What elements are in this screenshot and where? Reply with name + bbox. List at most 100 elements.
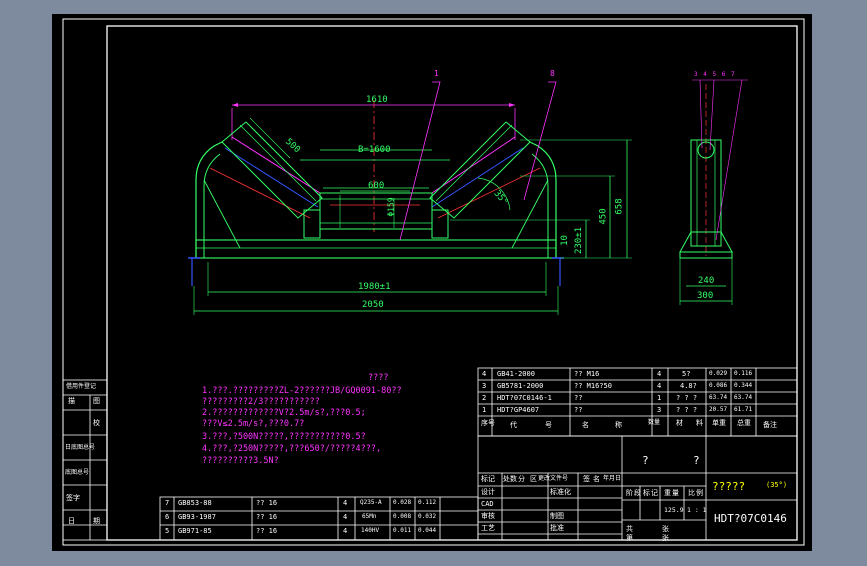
bom-total-weight: 63.74 <box>734 394 753 401</box>
bom-qty: 4 <box>657 382 662 390</box>
dim-1980: 1980±1 <box>358 282 391 292</box>
tb-label: 区 <box>530 475 537 483</box>
bom-name: ?? 16 <box>256 527 278 535</box>
strip-check: 校 <box>93 419 100 427</box>
tb-label: 批准 <box>550 524 564 532</box>
tb-label: 名 <box>593 475 600 483</box>
cad-drawing-sheet: 1610 500 B=1600 600 Φ159 35° 450 658 10 … <box>0 0 867 562</box>
bom-no: 3 <box>482 382 487 390</box>
dim-2050: 2050 <box>362 300 384 310</box>
tb-label: 签 <box>583 475 590 483</box>
bom-code: GB853-88 <box>178 499 212 507</box>
dim-600: 600 <box>368 181 385 191</box>
title-part-name: ????? <box>712 480 746 493</box>
dim-450: 450 <box>598 208 609 225</box>
tb-label: 比 <box>688 489 695 497</box>
strip-orig-no: 底图总号 <box>65 469 90 476</box>
bom-no: 6 <box>165 513 170 521</box>
dim-10: 10 <box>559 235 570 246</box>
bom-unit-weight: 0.008 <box>393 513 412 520</box>
balloon-3: 3 <box>694 71 699 78</box>
strip-sign: 签字 <box>66 494 80 502</box>
title-q1: ? <box>642 454 649 467</box>
bom-code: GB971-85 <box>178 527 212 535</box>
bom-no: 5 <box>165 527 170 535</box>
tb-label: 张 <box>662 534 669 542</box>
strip-period: 期 <box>93 517 100 525</box>
tb-label: CAD <box>481 500 494 508</box>
bom-unit-weight: 20.57 <box>709 406 728 413</box>
tb-label: 记 <box>651 489 658 497</box>
bom-no: 7 <box>165 499 170 507</box>
bom-total-weight: 0.112 <box>418 499 437 506</box>
tb-label: 标 <box>643 489 650 497</box>
bom-unit-weight: 63.74 <box>709 394 728 401</box>
tb-label: 标记 <box>481 475 495 483</box>
bom-header-cell: 数量 <box>648 419 661 426</box>
bom-qty: 1 <box>657 394 662 402</box>
bom-code: HDT?GP4607 <box>497 406 540 414</box>
tb-label: 工艺 <box>481 524 495 532</box>
note-line-7: ??????????3.5N? <box>202 456 279 466</box>
strip-borrow: 借用件登记 <box>66 383 97 390</box>
bom-header-cell: 备注 <box>763 421 777 429</box>
tb-label: 量 <box>672 489 679 497</box>
bom-no: 1 <box>482 406 487 414</box>
title-drawing-number: HDT?07C0146 <box>714 512 787 525</box>
bom-header-cell: 称 <box>615 421 622 429</box>
bom-name: ?? <box>574 406 583 414</box>
tb-label: 审核 <box>481 512 495 520</box>
bom-code: GB5781-2000 <box>497 382 544 390</box>
tb-label: 重 <box>664 489 671 497</box>
bom-material: 65Mn <box>362 513 377 520</box>
bom-name: ?? M16 <box>574 370 600 378</box>
balloon-1: 1 <box>434 69 439 78</box>
title-scale: 1 : 1 <box>687 506 707 514</box>
bom-header-cell: 单重 <box>712 419 726 427</box>
balloon-5: 5 <box>712 71 718 78</box>
balloon-8: 8 <box>550 69 555 78</box>
bom-qty: 4 <box>343 499 348 507</box>
balloon-4: 4 <box>703 71 708 78</box>
tb-label: 共 <box>626 525 633 533</box>
bom-total-weight: 0.044 <box>418 527 437 534</box>
bom-total-weight: 61.71 <box>734 406 753 413</box>
dim-300: 300 <box>697 291 714 301</box>
tb-label: 设计 <box>481 488 495 496</box>
dim-240: 240 <box>698 276 715 286</box>
note-line-5: 3.???,?500N?????,???????????0.5? <box>202 432 366 442</box>
bom-code: GB93-1987 <box>178 513 216 521</box>
tb-label: 制图 <box>550 512 564 520</box>
note-line-1: 1.???.?????????ZL-2??????JB/GQ0091-80?? <box>202 386 402 396</box>
bom-material: 5? <box>682 370 691 378</box>
bom-header-cell: 代 <box>510 421 517 429</box>
note-line-3: 2.?????????????V?2.5m/s?,???0.5; <box>202 408 366 418</box>
balloon-6: 6 <box>721 71 727 78</box>
tb-label: 例 <box>696 489 703 497</box>
bom-code: GB41-2000 <box>497 370 535 378</box>
bom-no: 4 <box>482 370 487 378</box>
dim-roller-diameter: Φ159 <box>386 197 396 217</box>
bom-header-cell: 料 <box>696 419 703 427</box>
dim-belt-width: B=1600 <box>358 145 391 155</box>
bom-header-cell: 号 <box>545 421 552 429</box>
strip-drawing: 图 <box>93 397 100 405</box>
bom-total-weight: 0.344 <box>734 382 753 389</box>
note-line-2: ?????????2/3??????????? <box>202 397 320 407</box>
title-part-angle: (35°) <box>766 481 788 489</box>
tb-label: 段 <box>634 489 641 497</box>
bom-qty: 3 <box>657 406 662 414</box>
bom-qty: 4 <box>343 513 348 521</box>
bom-unit-weight: 0.086 <box>709 382 728 389</box>
bom-name: ?? 16 <box>256 513 278 521</box>
bom-material: Q235-A <box>360 499 382 506</box>
bom-qty: 4 <box>657 370 662 378</box>
side-balloons: 3 4 5 6 7 <box>694 72 736 78</box>
tb-label: 标准化 <box>550 488 571 496</box>
balloon-7: 7 <box>731 71 736 78</box>
strip-date-orig: 日底图总号 <box>65 444 96 451</box>
dim-1610: 1610 <box>366 95 388 105</box>
bom-total-weight: 0.032 <box>418 513 437 520</box>
note-line-6: 4.???,?250N?????,???650?/?????4???, <box>202 444 382 454</box>
tb-label: 分 <box>518 475 525 483</box>
